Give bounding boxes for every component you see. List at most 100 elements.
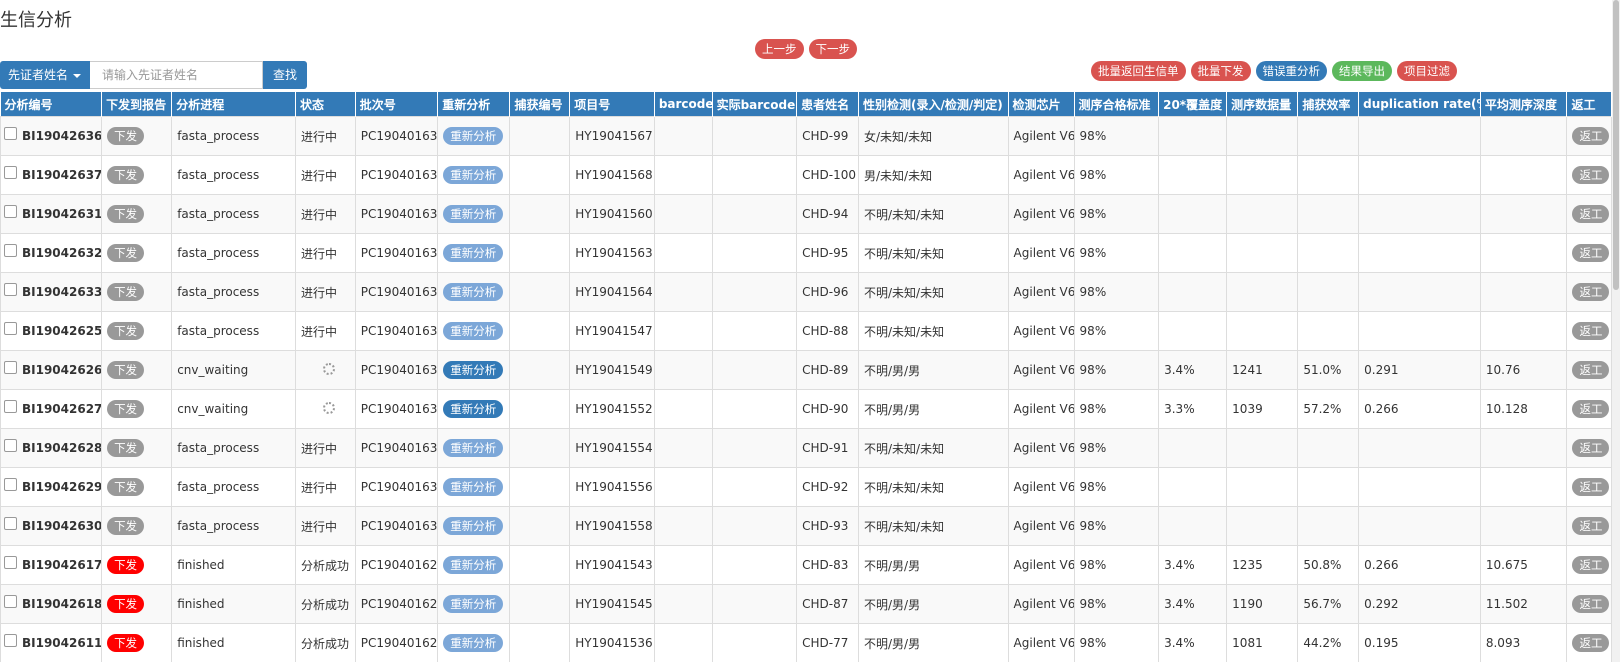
dispatch-button[interactable]: 下发 — [107, 517, 145, 535]
reanalyze-button[interactable]: 重新分析 — [443, 166, 504, 184]
duplication-rate-cell — [1358, 428, 1481, 468]
dispatch-button[interactable]: 下发 — [107, 205, 145, 223]
search-field-dropdown[interactable]: 先证者姓名 — [0, 61, 91, 89]
capture-id-cell — [509, 116, 571, 156]
row-checkbox[interactable] — [4, 439, 17, 452]
analysis-id-cell: BI19042630 — [0, 506, 103, 546]
reanalyze-cell: 重新分析 — [437, 155, 511, 195]
capture-efficiency-cell — [1297, 116, 1360, 156]
dispatch-button[interactable]: 下发 — [107, 361, 145, 379]
process-cell: fasta_process — [171, 428, 296, 468]
status-cell: 分析成功 — [294, 545, 356, 585]
reanalyze-button[interactable]: 重新分析 — [443, 595, 504, 613]
reanalyze-button[interactable]: 重新分析 — [443, 478, 504, 496]
dispatch-button[interactable]: 下发 — [107, 556, 145, 574]
row-checkbox[interactable] — [4, 400, 17, 413]
row-checkbox[interactable] — [4, 127, 17, 140]
dispatch-button[interactable]: 下发 — [107, 244, 145, 262]
search-button[interactable]: 查找 — [263, 61, 308, 89]
reanalyze-button[interactable]: 重新分析 — [443, 634, 504, 652]
capture-efficiency-cell — [1297, 467, 1360, 507]
batch-cell: PC19040163 — [354, 467, 439, 507]
vertical-scrollbar[interactable] — [1612, 0, 1620, 662]
batch-cell: PC19040163 — [354, 311, 439, 351]
coverage-cell — [1158, 194, 1228, 234]
rework-button[interactable]: 返工 — [1572, 205, 1610, 223]
reanalyze-button[interactable]: 重新分析 — [443, 400, 504, 418]
sex-check-cell: 不明/未知/未知 — [858, 467, 1009, 507]
rework-button[interactable]: 返工 — [1572, 517, 1610, 535]
row-checkbox[interactable] — [4, 478, 17, 491]
project-cell: HY19041554 — [569, 428, 655, 468]
row-checkbox[interactable] — [4, 517, 17, 530]
analysis-id: BI19042617 — [22, 558, 102, 572]
row-checkbox[interactable] — [4, 322, 17, 335]
reanalyze-button[interactable]: 重新分析 — [443, 205, 504, 223]
rework-button[interactable]: 返工 — [1572, 400, 1610, 418]
rework-button[interactable]: 返工 — [1572, 244, 1610, 262]
reanalyze-button[interactable]: 重新分析 — [443, 322, 504, 340]
row-checkbox[interactable] — [4, 244, 17, 257]
dispatch-button[interactable]: 下发 — [107, 166, 145, 184]
dispatch-cell: 下发 — [101, 389, 173, 429]
dispatch-button[interactable]: 下发 — [107, 439, 145, 457]
batch-return-button[interactable]: 批量返回生信单 — [1091, 61, 1186, 81]
reanalyze-button[interactable]: 重新分析 — [443, 439, 504, 457]
reanalyze-button[interactable]: 重新分析 — [443, 283, 504, 301]
reanalyze-button[interactable]: 重新分析 — [443, 127, 504, 145]
search-input[interactable] — [90, 61, 264, 89]
rework-button[interactable]: 返工 — [1572, 166, 1610, 184]
batch-cell: PC19040163 — [354, 506, 439, 546]
coverage-cell — [1158, 233, 1228, 273]
row-checkbox[interactable] — [4, 283, 17, 296]
qc-standard-cell: 98% — [1073, 155, 1160, 195]
row-checkbox[interactable] — [4, 166, 17, 179]
reanalyze-button[interactable]: 重新分析 — [443, 517, 504, 535]
avg-depth-cell — [1479, 506, 1568, 546]
reanalyze-button[interactable]: 重新分析 — [443, 556, 504, 574]
reanalyze-button[interactable]: 重新分析 — [443, 244, 504, 262]
project-filter-button[interactable]: 项目过滤 — [1397, 61, 1457, 81]
status-text: 进行中 — [300, 246, 337, 261]
reanalyze-button[interactable]: 重新分析 — [443, 361, 504, 379]
rework-button[interactable]: 返工 — [1572, 127, 1610, 145]
rework-button[interactable]: 返工 — [1572, 439, 1610, 457]
rework-button[interactable]: 返工 — [1572, 361, 1610, 379]
rework-button[interactable]: 返工 — [1572, 478, 1610, 496]
status-text: 分析成功 — [300, 636, 349, 651]
rework-cell: 返工 — [1566, 311, 1612, 351]
dispatch-button[interactable]: 下发 — [107, 400, 145, 418]
scrollbar-thumb[interactable] — [1613, 0, 1619, 290]
dispatch-button[interactable]: 下发 — [107, 322, 145, 340]
prev-step-button[interactable]: 上一步 — [755, 39, 804, 59]
next-step-button[interactable]: 下一步 — [808, 39, 857, 59]
rework-button[interactable]: 返工 — [1572, 556, 1610, 574]
process-cell: finished — [171, 584, 296, 624]
batch-dispatch-button[interactable]: 批量下发 — [1190, 61, 1251, 81]
row-checkbox[interactable] — [4, 556, 17, 569]
reanalyze-cell: 重新分析 — [437, 623, 511, 662]
error-reanalyze-button[interactable]: 错误重分析 — [1255, 61, 1327, 81]
export-results-button[interactable]: 结果导出 — [1332, 61, 1392, 81]
analysis-id: BI19042625 — [22, 324, 102, 338]
dispatch-button[interactable]: 下发 — [107, 283, 145, 301]
dispatch-button[interactable]: 下发 — [107, 595, 145, 613]
rework-button[interactable]: 返工 — [1572, 322, 1610, 340]
chip-cell: Agilent V6 — [1007, 155, 1075, 195]
row-checkbox[interactable] — [4, 205, 17, 218]
dispatch-button[interactable]: 下发 — [107, 478, 145, 496]
rework-button[interactable]: 返工 — [1572, 634, 1610, 652]
coverage-cell — [1158, 116, 1228, 156]
column-header: 捕获编号 — [509, 92, 571, 117]
column-header: 实际barcode — [712, 92, 798, 117]
process-cell: fasta_process — [171, 506, 296, 546]
dispatch-button[interactable]: 下发 — [107, 127, 145, 145]
actual-barcode-cell — [711, 155, 798, 195]
rework-button[interactable]: 返工 — [1572, 595, 1610, 613]
status-cell: 进行中 — [294, 506, 356, 546]
dispatch-button[interactable]: 下发 — [107, 634, 145, 652]
row-checkbox[interactable] — [4, 361, 17, 374]
rework-button[interactable]: 返工 — [1572, 283, 1610, 301]
row-checkbox[interactable] — [4, 634, 17, 647]
row-checkbox[interactable] — [4, 595, 17, 608]
